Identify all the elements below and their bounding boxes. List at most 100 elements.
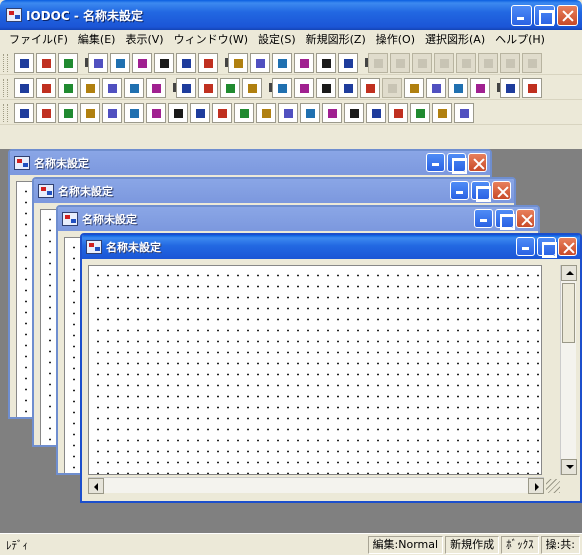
view2-icon[interactable]	[250, 52, 270, 73]
shape13-icon[interactable]	[278, 102, 298, 123]
child-maximize-button[interactable]	[471, 181, 491, 202]
scroll-up-button[interactable]	[561, 265, 577, 281]
print-icon[interactable]	[154, 52, 174, 73]
menu-window[interactable]: ウィンドウ(W)	[169, 30, 253, 50]
green8-icon[interactable]	[470, 77, 490, 98]
gray-icon[interactable]	[382, 77, 402, 98]
diamond-icon[interactable]	[190, 102, 210, 123]
child-minimize-button[interactable]	[450, 181, 469, 200]
help-icon[interactable]	[198, 52, 218, 73]
green4-icon[interactable]	[338, 77, 358, 98]
layer4-icon[interactable]	[242, 77, 262, 98]
doc-icon[interactable]	[176, 52, 196, 73]
scroll-right-button[interactable]	[528, 478, 544, 494]
child-maximize-button[interactable]	[537, 237, 557, 258]
gray3-icon[interactable]	[412, 52, 432, 73]
zoom-icon[interactable]	[146, 77, 166, 98]
nine99-icon[interactable]	[36, 77, 56, 98]
rrect-icon[interactable]	[168, 102, 188, 123]
child-maximize-button[interactable]	[447, 153, 467, 174]
horizontal-scrollbar[interactable]	[88, 477, 544, 494]
menu-file[interactable]: ファイル(F)	[4, 30, 73, 50]
green5-icon[interactable]	[360, 77, 380, 98]
child-title-bar[interactable]: 名称未設定	[10, 151, 490, 175]
zoom-in-icon[interactable]	[102, 77, 122, 98]
menu-edit[interactable]: 編集(E)	[73, 30, 121, 50]
view6-icon[interactable]	[338, 52, 358, 73]
shape19-icon[interactable]	[410, 102, 430, 123]
child-minimize-button[interactable]	[474, 209, 493, 228]
text-a-icon[interactable]	[14, 102, 34, 123]
open-icon[interactable]	[36, 52, 56, 73]
arrow-icon[interactable]	[500, 77, 520, 98]
menu-settings[interactable]: 設定(S)	[253, 30, 301, 50]
gray2-icon[interactable]	[390, 52, 410, 73]
menu-view[interactable]: 表示(V)	[120, 30, 168, 50]
maximize-button[interactable]	[534, 5, 555, 26]
shape14-icon[interactable]	[300, 102, 320, 123]
ellipse-icon[interactable]	[234, 102, 254, 123]
layer2-icon[interactable]	[198, 77, 218, 98]
child-maximize-button[interactable]	[495, 209, 515, 230]
cut-icon[interactable]	[88, 52, 108, 73]
child-title-bar[interactable]: 名称未設定	[34, 179, 514, 203]
layer1-icon[interactable]	[176, 77, 196, 98]
view4-icon[interactable]	[294, 52, 314, 73]
view1-icon[interactable]	[228, 52, 248, 73]
child-minimize-button[interactable]	[426, 153, 445, 172]
child-title-bar[interactable]: 名称未設定	[82, 235, 580, 259]
green1-icon[interactable]	[272, 77, 292, 98]
child-title-bar[interactable]: 名称未設定	[58, 207, 538, 231]
view5-icon[interactable]	[316, 52, 336, 73]
text-ab-icon[interactable]	[36, 102, 56, 123]
ddd-icon[interactable]	[14, 77, 34, 98]
menu-new-shape[interactable]: 新規図形(Z)	[301, 30, 371, 50]
red-x-icon[interactable]	[426, 77, 446, 98]
layer3-icon[interactable]	[220, 77, 240, 98]
app-icon[interactable]	[6, 8, 22, 22]
child-close-button[interactable]	[558, 237, 577, 256]
scroll-left-button[interactable]	[88, 478, 104, 494]
new-icon[interactable]	[14, 52, 34, 73]
menu-operation[interactable]: 操作(O)	[371, 30, 420, 50]
shape20-icon[interactable]	[432, 102, 452, 123]
shape3-icon[interactable]	[58, 102, 78, 123]
child-close-button[interactable]	[492, 181, 511, 200]
resize-grip[interactable]	[546, 479, 560, 493]
gray5-icon[interactable]	[456, 52, 476, 73]
paste-icon[interactable]	[132, 52, 152, 73]
corner-icon[interactable]	[522, 77, 542, 98]
child-close-button[interactable]	[468, 153, 487, 172]
copy-icon[interactable]	[110, 52, 130, 73]
slash-icon[interactable]	[124, 102, 144, 123]
circle-icon[interactable]	[212, 102, 232, 123]
child-close-button[interactable]	[516, 209, 535, 228]
minimize-button[interactable]	[511, 5, 532, 26]
gray6-icon[interactable]	[478, 52, 498, 73]
rect-select-icon[interactable]	[124, 77, 144, 98]
drawing-canvas[interactable]	[88, 265, 542, 475]
child-window-active[interactable]: 名称未設定	[80, 233, 582, 503]
green7-icon[interactable]	[448, 77, 468, 98]
menu-help[interactable]: ヘルプ(H)	[490, 30, 550, 50]
menu-selected-shape[interactable]: 選択図形(A)	[420, 30, 490, 50]
shape17-icon[interactable]	[366, 102, 386, 123]
gray7-icon[interactable]	[500, 52, 520, 73]
gray1-icon[interactable]	[368, 52, 388, 73]
view3-icon[interactable]	[272, 52, 292, 73]
scroll-down-button[interactable]	[561, 459, 577, 475]
line-h-icon[interactable]	[80, 102, 100, 123]
vertical-scrollbar[interactable]	[560, 265, 577, 475]
save-icon[interactable]	[58, 52, 78, 73]
grid-icon[interactable]	[58, 77, 78, 98]
gray4-icon[interactable]	[434, 52, 454, 73]
bar-icon[interactable]	[102, 102, 122, 123]
close-button[interactable]	[557, 5, 578, 26]
shape18-icon[interactable]	[388, 102, 408, 123]
gray8-icon[interactable]	[522, 52, 542, 73]
rect-icon[interactable]	[146, 102, 166, 123]
shape12-icon[interactable]	[256, 102, 276, 123]
green2-icon[interactable]	[294, 77, 314, 98]
scroll-thumb[interactable]	[562, 283, 575, 343]
shape21-icon[interactable]	[454, 102, 474, 123]
